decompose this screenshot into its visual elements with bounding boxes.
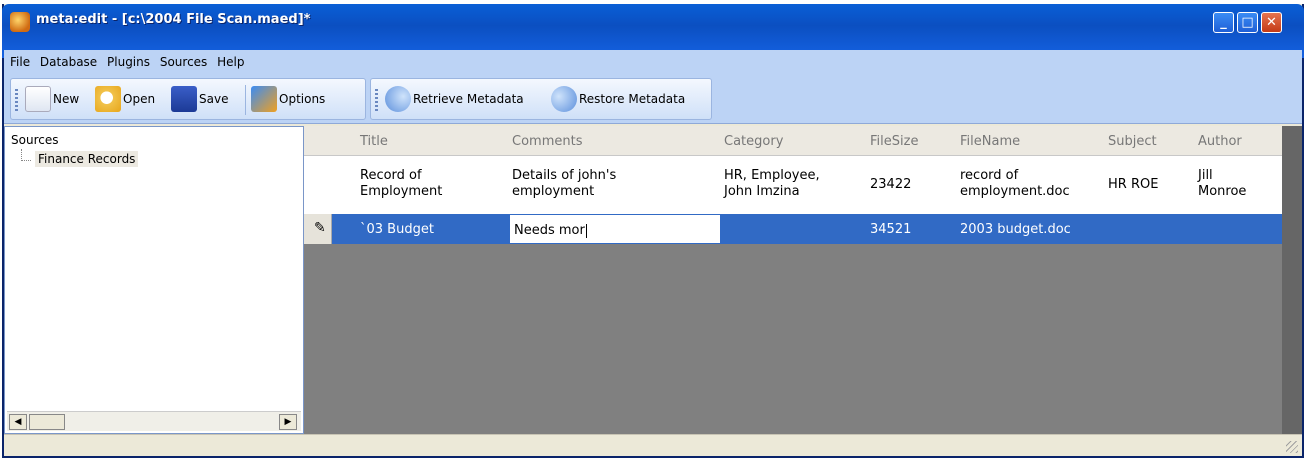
menu-plugins[interactable]: Plugins [101,50,150,69]
scroll-right-icon[interactable]: ▶ [279,414,297,430]
grid-header: Title Comments Category FileSize FileNam… [304,126,1282,156]
column-header-category[interactable]: Category [724,134,783,149]
toolbar: New Open Save Options Retrieve Metadata [4,76,1302,124]
menu-file[interactable]: File [4,50,30,69]
maximize-icon: □ [1241,15,1254,30]
tree-root-sources[interactable]: Sources [11,133,58,147]
save-button[interactable]: Save [171,83,228,115]
cell-comments-line: Details of john's [512,168,617,183]
pencil-icon: ✎ [314,220,326,236]
comments-edit-value: Needs mor [514,223,585,238]
sources-tree-panel: Sources Finance Records ◀ ▶ [4,126,304,434]
metadata-grid: Title Comments Category FileSize FileNam… [304,126,1302,434]
cell-filename-line: record of [960,168,1019,183]
menu-help[interactable]: Help [211,50,244,69]
restore-metadata-button[interactable]: Restore Metadata [551,83,685,115]
cell-category-line: John Imzina [724,184,800,199]
toolstrip-grip-2[interactable] [375,89,378,111]
restore-metadata-label: Restore Metadata [579,92,686,106]
column-header-filename[interactable]: FileName [960,134,1020,149]
cell-comments[interactable]: Details of john's employment [512,168,616,200]
open-icon [95,86,121,112]
new-document-icon [25,86,51,112]
restore-arrow-icon [551,86,577,112]
status-bar [4,434,1302,456]
resize-grip-icon[interactable] [1286,441,1298,453]
cell-comments-line: employment [512,184,595,199]
options-label: Options [279,92,326,106]
column-header-comments[interactable]: Comments [512,134,582,149]
cell-author-line: Jill [1198,168,1213,183]
cell-filename[interactable]: record of employment.doc [960,168,1070,200]
cell-filename[interactable]: 2003 budget.doc [960,222,1071,238]
cell-filesize[interactable]: 23422 [870,177,911,193]
cell-title-line: Employment [360,184,443,199]
retrieve-metadata-label: Retrieve Metadata [413,92,524,106]
comments-edit-text: Needs mor [514,223,587,238]
menu-bar: File Database Plugins Sources Help [4,50,1302,76]
minimize-button[interactable]: _ [1213,12,1234,33]
metadata-toolstrip: Retrieve Metadata Restore Metadata [370,78,712,120]
cell-filesize[interactable]: 34521 [870,222,911,238]
column-header-subject[interactable]: Subject [1108,134,1157,149]
close-icon: ✕ [1266,15,1277,30]
row-header[interactable]: ✎ [304,214,332,244]
maximize-button[interactable]: □ [1237,12,1258,33]
column-header-title[interactable]: Title [360,134,388,149]
column-header-filesize[interactable]: FileSize [870,134,918,149]
text-caret [585,223,587,238]
cell-category[interactable]: HR, Employee, John Imzina [724,168,820,200]
new-button[interactable]: New [25,83,79,115]
open-label: Open [123,92,156,106]
options-icon [251,86,277,112]
menu-sources[interactable]: Sources [154,50,207,69]
column-header-author[interactable]: Author [1198,134,1242,149]
comments-edit-input[interactable]: Needs mor [509,214,721,244]
toolstrip-grip[interactable] [15,89,18,111]
close-button[interactable]: ✕ [1261,12,1282,33]
cell-title-line: Record of [360,168,422,183]
app-icon [10,12,30,32]
cell-filename-line: employment.doc [960,184,1070,199]
new-label: New [53,92,80,106]
cell-title[interactable]: Record of Employment [360,168,442,200]
minimize-icon: _ [1220,15,1227,30]
horizontal-scrollbar[interactable]: ◀ ▶ [7,411,301,431]
tree-connector [21,149,31,161]
save-label: Save [199,92,229,106]
scroll-thumb[interactable] [29,414,65,430]
main-toolstrip: New Open Save Options [10,78,366,120]
open-button[interactable]: Open [95,83,155,115]
window-title: meta:edit - [c:\2004 File Scan.maed]* [36,12,311,27]
options-button[interactable]: Options [251,83,325,115]
scroll-left-icon[interactable]: ◀ [9,414,27,430]
cell-author-line: Monroe [1198,184,1247,199]
cell-category-line: HR, Employee, [724,168,820,183]
save-icon [171,86,197,112]
toolbar-separator [245,85,246,115]
retrieve-metadata-button[interactable]: Retrieve Metadata [385,83,524,115]
cell-author[interactable]: Jill Monroe [1198,168,1246,200]
menu-database[interactable]: Database [34,50,97,69]
tree-node-finance-records[interactable]: Finance Records [35,151,139,167]
table-row[interactable]: Record of Employment Details of john's e… [304,156,1282,214]
table-row-selected[interactable]: ✎ `03 Budget Needs mor 34521 2003 budget… [304,214,1282,244]
grid-right-edge [1282,126,1302,434]
retrieve-arrow-icon [385,86,411,112]
app-window: meta:edit - [c:\2004 File Scan.maed]* _ … [2,4,1304,458]
cell-title[interactable]: `03 Budget [360,222,434,238]
cell-subject[interactable]: HR ROE [1108,177,1158,193]
